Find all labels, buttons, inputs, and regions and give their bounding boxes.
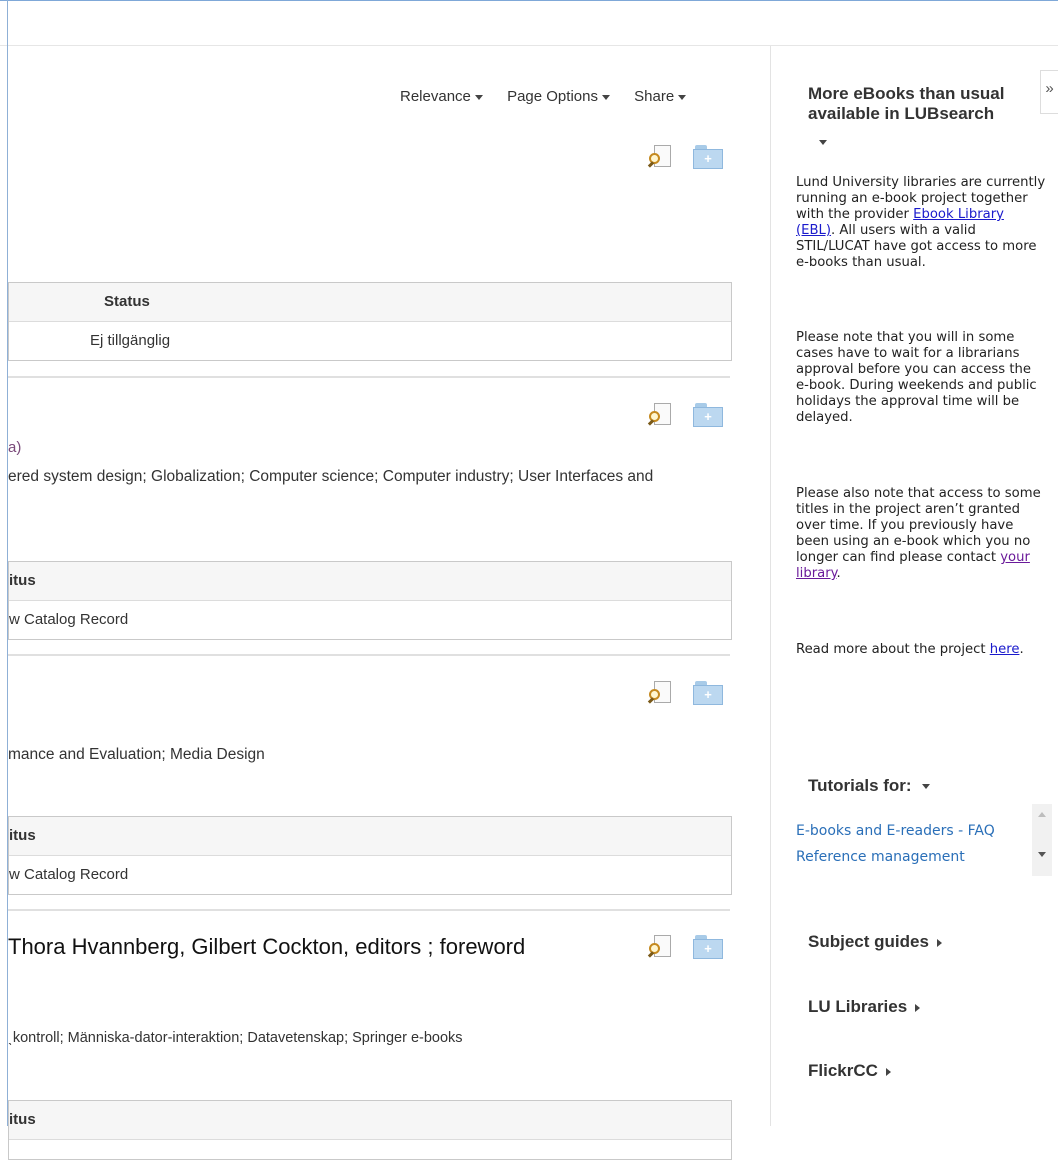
status-column-header: itus (9, 572, 36, 589)
table-header: Status (9, 283, 731, 322)
page-options-dropdown[interactable]: Page Options (507, 88, 610, 105)
status-column-header: Status (104, 293, 150, 310)
record-actions: + (647, 680, 724, 706)
scrollbar[interactable] (1032, 804, 1052, 876)
tutorials-list: E-books and E-readers - FAQ Reference ma… (796, 804, 1056, 876)
record-actions: + (647, 934, 724, 960)
share-label: Share (634, 88, 675, 105)
caret-down-icon (921, 784, 930, 790)
holdings-table: itus w Catalog Record (8, 816, 732, 895)
record-fragment: a) (8, 439, 22, 456)
add-to-folder-icon[interactable]: + (692, 934, 724, 960)
status-cell: Ej tillgänglig (90, 332, 171, 349)
view-catalog-record-link[interactable]: w Catalog Record (9, 611, 128, 628)
ebook-paragraph-2: Please note that you will in some cases … (796, 330, 1037, 425)
add-to-folder-icon[interactable]: + (692, 402, 724, 428)
collapse-sidebar-button[interactable]: » (1040, 70, 1058, 114)
record-title[interactable]: Thora Hvannberg, Gilbert Cockton, editor… (8, 934, 525, 960)
tutorials-dropdown[interactable]: Tutorials for: (808, 776, 930, 796)
lu-libraries-label: LU Libraries (808, 997, 908, 1016)
table-header: itus (9, 1101, 731, 1140)
project-here-link[interactable]: here (990, 642, 1020, 657)
subject-guides-link[interactable]: Subject guides (808, 932, 942, 952)
subject-list: ered system design; Globalization; Compu… (8, 468, 654, 485)
results-toolbar: Relevance Page Options Share (400, 88, 706, 105)
preview-magnifier-icon[interactable] (647, 680, 674, 706)
holdings-table: Status Ej tillgänglig (8, 282, 732, 361)
table-header: itus (9, 817, 731, 856)
table-row[interactable]: w Catalog Record (9, 856, 731, 894)
ebook-paragraph-3: Please also note that access to some tit… (796, 486, 1046, 582)
scroll-up-icon[interactable] (1038, 812, 1046, 817)
page-options-label: Page Options (507, 88, 598, 105)
lu-libraries-link[interactable]: LU Libraries (808, 997, 921, 1017)
scroll-down-icon[interactable] (1038, 852, 1046, 857)
caret-down-icon (474, 94, 483, 100)
ebook-paragraph-4: Read more about the project here. (796, 642, 1046, 658)
record-divider (8, 654, 730, 656)
ebook-widget-title[interactable]: More eBooks than usual available in LUBs… (808, 84, 1038, 124)
holdings-table: itus (8, 1100, 732, 1160)
tutorials-label: Tutorials for: (808, 776, 912, 795)
subject-list: ˎkontroll; Människa-dator-interaktion; D… (8, 1030, 463, 1046)
tutorial-link[interactable]: E-books and E-readers - FAQ (796, 818, 995, 844)
status-column-header: itus (9, 827, 36, 844)
record-actions: + (647, 144, 724, 170)
record-actions: + (647, 402, 724, 428)
add-to-folder-icon[interactable]: + (692, 680, 724, 706)
sort-relevance-label: Relevance (400, 88, 471, 105)
ebook-paragraph-1: Lund University libraries are currently … (796, 175, 1046, 271)
table-row[interactable]: w Catalog Record (9, 601, 731, 639)
add-to-folder-icon[interactable]: + (692, 144, 724, 170)
table-row: Ej tillgänglig (9, 322, 731, 360)
text: Read more about the project (796, 642, 990, 657)
chevron-down-icon[interactable] (815, 134, 827, 152)
table-header: itus (9, 562, 731, 601)
caret-down-icon (601, 94, 610, 100)
tutorial-links: E-books and E-readers - FAQ Reference ma… (796, 818, 995, 870)
text: . (1019, 642, 1024, 657)
caret-down-icon (678, 94, 687, 100)
holdings-table: itus w Catalog Record (8, 561, 732, 640)
preview-magnifier-icon[interactable] (647, 402, 674, 428)
text: . (836, 566, 841, 581)
record-divider (8, 909, 730, 911)
top-bar (0, 0, 1058, 46)
sort-relevance-dropdown[interactable]: Relevance (400, 88, 483, 105)
flickrcc-label: FlickrCC (808, 1061, 878, 1080)
preview-magnifier-icon[interactable] (647, 934, 674, 960)
subject-list: mance and Evaluation; Media Design (8, 746, 265, 763)
share-dropdown[interactable]: Share (634, 88, 687, 105)
caret-right-icon (915, 1003, 921, 1012)
preview-magnifier-icon[interactable] (647, 144, 674, 170)
caret-right-icon (936, 938, 942, 947)
caret-right-icon (885, 1067, 891, 1076)
record-divider (8, 376, 730, 378)
subject-guides-label: Subject guides (808, 932, 929, 951)
results-column: Relevance Page Options Share + Status Ej… (0, 46, 770, 1160)
text: . All users with a valid STIL/LUCAT have… (796, 223, 1037, 270)
flickrcc-link[interactable]: FlickrCC (808, 1061, 891, 1081)
status-column-header: itus (9, 1111, 36, 1128)
view-catalog-record-link[interactable]: w Catalog Record (9, 866, 128, 883)
tutorial-link[interactable]: Reference management (796, 844, 995, 870)
